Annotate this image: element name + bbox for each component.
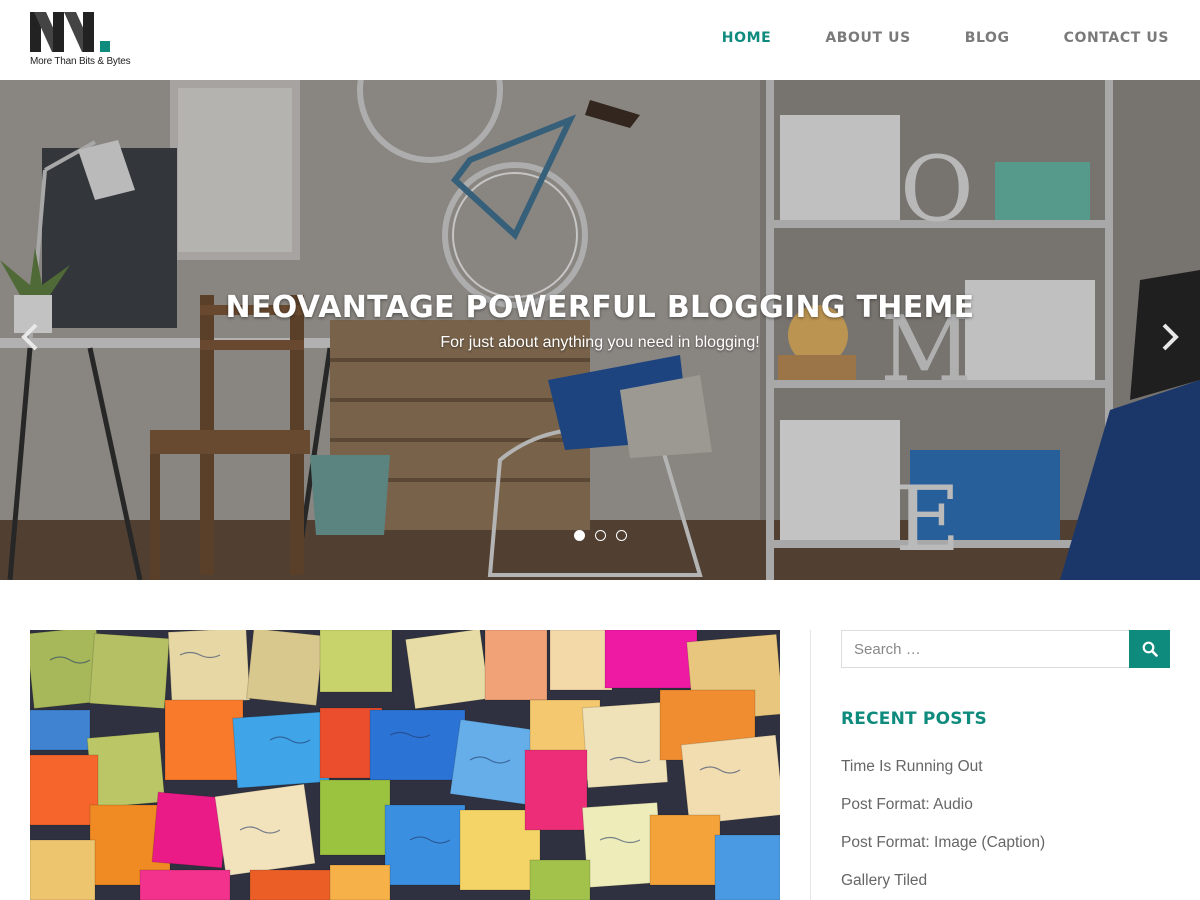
slider-dot-3[interactable] (616, 530, 627, 541)
search-icon (1142, 641, 1158, 657)
slider-dot-2[interactable] (595, 530, 606, 541)
chevron-right-icon (1162, 323, 1179, 351)
list-item: Time Is Running Out (841, 758, 1045, 796)
list-item: Post Format: Audio (841, 796, 1045, 834)
post-featured-image[interactable] (30, 630, 780, 900)
recent-posts-list: Time Is Running Out Post Format: Audio P… (841, 758, 1045, 900)
nav-item-contact-us[interactable]: CONTACT US (1064, 29, 1169, 47)
recent-posts-title: RECENT POSTS (841, 709, 987, 729)
nav-item-about-us[interactable]: ABOUT US (825, 29, 910, 47)
site-header: More Than Bits & Bytes HOME ABOUT US BLO… (0, 0, 1200, 80)
chevron-left-icon (21, 323, 38, 351)
slider-pagination (574, 530, 627, 541)
hero-title: NEOVANTAGE POWERFUL BLOGGING THEME (225, 290, 975, 325)
list-item: Gallery Tiled (841, 872, 1045, 900)
logo-tagline: More Than Bits & Bytes (30, 56, 131, 67)
search-button[interactable] (1129, 630, 1170, 668)
hero-overlay (0, 80, 1200, 580)
search-input[interactable] (841, 630, 1129, 668)
recent-post-link[interactable]: Gallery Tiled (841, 872, 927, 889)
recent-post-link[interactable]: Post Format: Audio (841, 796, 973, 813)
slider-prev-button[interactable] (18, 322, 42, 352)
main-navigation: HOME ABOUT US BLOG CONTACT US (722, 29, 1169, 47)
site-logo[interactable]: More Than Bits & Bytes (30, 12, 140, 68)
logo-mark-icon (30, 12, 110, 52)
hero-subtitle: For just about anything you need in blog… (440, 334, 760, 351)
slider-next-button[interactable] (1158, 322, 1182, 352)
nav-item-blog[interactable]: BLOG (965, 29, 1010, 47)
list-item: Post Format: Image (Caption) (841, 834, 1045, 872)
recent-post-link[interactable]: Post Format: Image (Caption) (841, 834, 1045, 851)
sticky-notes-image (30, 630, 780, 900)
recent-post-link[interactable]: Time Is Running Out (841, 758, 983, 775)
search-form (841, 630, 1170, 668)
slider-dot-1[interactable] (574, 530, 585, 541)
hero-slider: O M E NEOVANTAGE POWERFUL BLOGGING THEME… (0, 80, 1200, 580)
nav-item-home[interactable]: HOME (722, 29, 772, 47)
content-divider (810, 630, 811, 900)
